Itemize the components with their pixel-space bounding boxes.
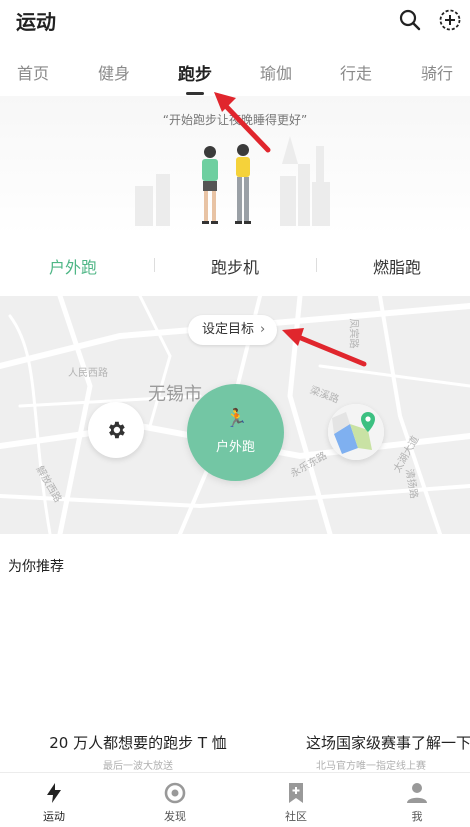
set-goal-button[interactable]: 设定目标 ›: [188, 315, 278, 345]
nav-community[interactable]: 社区: [266, 781, 326, 824]
nav-label: 发现: [164, 810, 186, 823]
runner-icon: 🏃: [225, 408, 248, 429]
run-settings-button[interactable]: [88, 402, 144, 458]
divider: [154, 258, 155, 272]
nav-discover[interactable]: 发现: [145, 781, 205, 824]
map-city-label: 无锡市: [148, 384, 202, 405]
map-location-icon: [328, 404, 384, 460]
run-type-selector: 户外跑 跑步机 燃脂跑: [0, 248, 470, 282]
nav-sport[interactable]: 运动: [24, 781, 84, 824]
tab-fitness[interactable]: 健身: [84, 60, 144, 84]
map-view[interactable]: 人民西路 太湖大道 永乐东路 梁溪路 解放西路 清扬路 凤宾路 无锡市 设定目标…: [0, 296, 470, 534]
run-type-treadmill[interactable]: 跑步机: [185, 254, 285, 278]
recommend-card-title: 20 万人都想要的跑步 T 恤: [49, 734, 227, 752]
search-icon[interactable]: [398, 8, 422, 32]
add-circle-icon[interactable]: [438, 8, 462, 32]
run-type-fatburn[interactable]: 燃脂跑: [347, 254, 447, 278]
recommend-card[interactable]: 20 万人都想要的跑步 T 恤 最后一波大放送: [23, 732, 253, 772]
bookmark-plus-icon: [289, 783, 303, 803]
page-title: 运动: [16, 10, 56, 34]
divider: [316, 258, 317, 272]
lightning-icon: [47, 783, 61, 803]
recommend-card-title: 这场国家级赛事了解一下: [306, 734, 470, 752]
start-button-label: 户外跑: [215, 440, 255, 455]
tab-walking[interactable]: 行走: [326, 60, 386, 84]
run-type-outdoor[interactable]: 户外跑: [23, 254, 123, 278]
map-label: 人民西路: [68, 368, 108, 379]
nav-me[interactable]: 我: [387, 781, 447, 824]
nav-label: 运动: [43, 810, 65, 823]
annotation-arrow: [282, 328, 367, 367]
target-icon: [164, 782, 186, 804]
recommend-section-title: 为你推荐: [8, 559, 64, 575]
gear-icon: [109, 421, 125, 439]
tab-cycling[interactable]: 骑行: [407, 60, 467, 84]
map-view-button[interactable]: [328, 404, 384, 460]
nav-label: 社区: [285, 810, 307, 823]
nav-label: 我: [411, 810, 423, 823]
recommend-card-subtitle: 北马官方唯一指定线上赛: [316, 761, 426, 772]
chevron-right-icon: ›: [260, 322, 266, 337]
recommend-card-subtitle: 最后一波大放送: [103, 761, 173, 772]
recommend-card[interactable]: 这场国家级赛事了解一下 北马官方唯一指定线上赛: [306, 732, 470, 772]
set-goal-label: 设定目标: [202, 322, 255, 337]
person-icon: [407, 783, 427, 803]
tab-home[interactable]: 首页: [3, 60, 63, 84]
header: 运动: [0, 0, 470, 40]
annotation-arrow: [214, 92, 271, 153]
bottom-nav: 运动 发现 社区 我: [0, 772, 470, 827]
start-outdoor-run-button[interactable]: 🏃 户外跑: [187, 384, 284, 481]
